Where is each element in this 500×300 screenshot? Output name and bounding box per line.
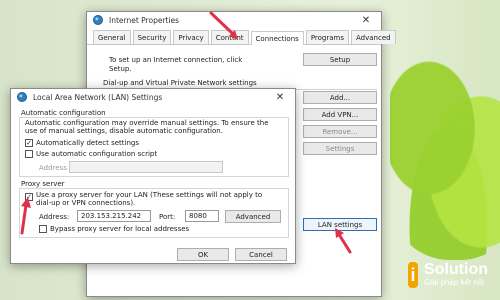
lan-dialog-titlebar: Local Area Network (LAN) Settings ✕ <box>11 89 295 105</box>
cancel-button[interactable]: Cancel <box>235 248 287 261</box>
proxy-port-label: Port: <box>159 213 176 221</box>
use-proxy-label-line1: Use a proxy server for your LAN (These s… <box>36 191 263 199</box>
tab-security[interactable]: Security <box>132 30 172 44</box>
tab-advanced[interactable]: Advanced <box>351 30 396 44</box>
internet-globe-icon <box>93 15 103 25</box>
close-icon[interactable]: ✕ <box>357 13 375 27</box>
proxy-address-input[interactable]: 203.153.215.242 <box>77 210 151 222</box>
bypass-local-checkbox[interactable] <box>39 225 47 233</box>
lan-settings-dialog: Local Area Network (LAN) Settings ✕ Auto… <box>10 88 296 264</box>
setup-button[interactable]: Setup <box>303 53 377 66</box>
tab-privacy[interactable]: Privacy <box>173 30 209 44</box>
tab-general[interactable]: General <box>93 30 131 44</box>
background-leaf <box>390 40 500 260</box>
auto-detect-label: Automatically detect settings <box>36 139 139 147</box>
brand-tagline: Giải pháp kết nối <box>424 278 485 287</box>
use-proxy-label-line2: dial-up or VPN connections). <box>36 199 136 207</box>
checkmark-icon: ✓ <box>26 192 32 201</box>
bypass-local-label: Bypass proxy server for local addresses <box>50 225 190 233</box>
remove-button[interactable]: Remove... <box>303 125 377 138</box>
setup-description-line2: Setup. <box>109 65 132 73</box>
window-title: Internet Properties <box>109 15 180 25</box>
auto-config-description-line2: use of manual settings, disable automati… <box>25 127 223 135</box>
proxy-port-input[interactable]: 8080 <box>185 210 219 222</box>
isolution-logo: i Solution Giải pháp kết nối <box>402 256 494 294</box>
script-address-input[interactable] <box>69 161 223 173</box>
add-vpn-button[interactable]: Add VPN... <box>303 108 377 121</box>
lan-dialog-title: Local Area Network (LAN) Settings <box>33 92 163 102</box>
brand-name: Solution <box>424 261 488 278</box>
setup-description-line1: To set up an Internet connection, click <box>109 56 243 64</box>
proxy-server-heading: Proxy server <box>21 180 65 188</box>
script-address-label: Address <box>39 164 67 172</box>
internet-properties-titlebar: Internet Properties ✕ <box>87 12 381 28</box>
use-proxy-checkbox[interactable]: ✓ <box>25 193 33 201</box>
advanced-button[interactable]: Advanced <box>225 210 281 223</box>
add-button[interactable]: Add... <box>303 91 377 104</box>
auto-detect-checkbox[interactable]: ✓ <box>25 139 33 147</box>
ok-button[interactable]: OK <box>177 248 229 261</box>
close-icon[interactable]: ✕ <box>271 90 289 104</box>
network-icon <box>17 92 27 102</box>
tab-content[interactable]: Content <box>210 30 249 44</box>
checkmark-icon: ✓ <box>26 138 32 147</box>
auto-config-description-line1: Automatic configuration may override man… <box>25 119 269 127</box>
tab-connections[interactable]: Connections <box>250 31 304 45</box>
brand-text: Solution Giải pháp kết nối <box>424 262 488 288</box>
dialup-heading: Dial-up and Virtual Private Network sett… <box>103 79 257 87</box>
lan-settings-button[interactable]: LAN settings <box>303 218 377 231</box>
tabs-bar: General Security Privacy Content Connect… <box>87 28 396 45</box>
auto-config-heading: Automatic configuration <box>21 109 106 117</box>
use-script-label: Use automatic configuration script <box>36 150 158 158</box>
tab-programs[interactable]: Programs <box>305 30 349 44</box>
isolution-i-icon: i <box>408 262 419 288</box>
proxy-address-label: Address: <box>39 213 70 221</box>
settings-button[interactable]: Settings <box>303 142 377 155</box>
use-script-checkbox[interactable] <box>25 150 33 158</box>
